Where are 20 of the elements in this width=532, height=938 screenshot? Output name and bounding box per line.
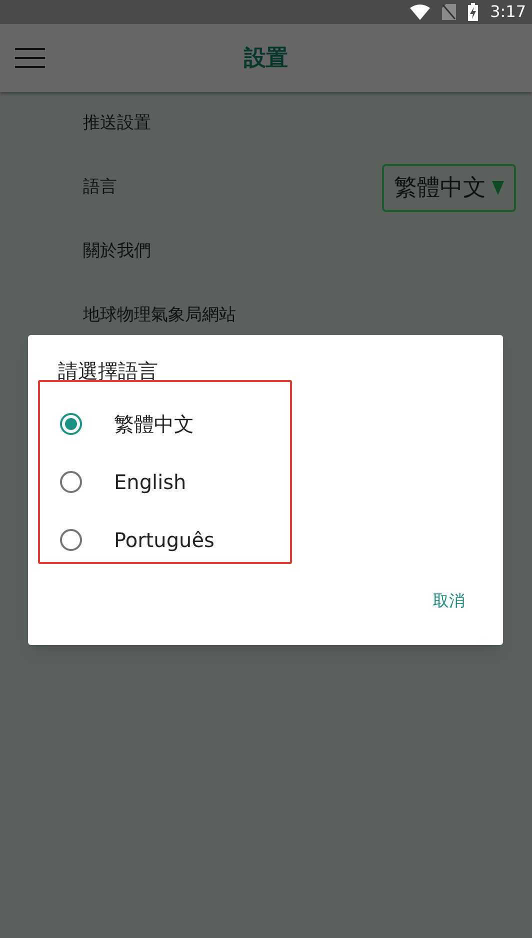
language-dropdown[interactable]: 繁體中文 [382, 164, 516, 212]
settings-item[interactable]: 語言 [83, 175, 117, 201]
option-label[interactable]: English [114, 467, 186, 497]
radio-button[interactable] [60, 413, 82, 435]
settings-item[interactable]: 關於我們 [83, 239, 151, 265]
radio-button[interactable] [60, 529, 82, 551]
cancel-button[interactable]: 取消 [431, 583, 467, 619]
no-sim-icon [442, 4, 456, 20]
status-time: 3:17 [490, 1, 526, 23]
option-label[interactable]: Português [114, 525, 214, 555]
app-bar-title: 設置 [244, 44, 288, 72]
battery-charging-icon [468, 3, 478, 21]
dialog-title: 請選擇語言 [58, 361, 159, 381]
option-label[interactable]: 繁體中文 [114, 409, 194, 439]
menu-button[interactable] [15, 48, 45, 68]
settings-item[interactable]: 地球物理氣象局網站 [83, 303, 236, 329]
radio-button[interactable] [60, 471, 82, 493]
settings-item[interactable]: 推送設置 [83, 111, 151, 137]
wifi-icon [410, 4, 430, 20]
dropdown-arrow-icon [492, 181, 504, 195]
